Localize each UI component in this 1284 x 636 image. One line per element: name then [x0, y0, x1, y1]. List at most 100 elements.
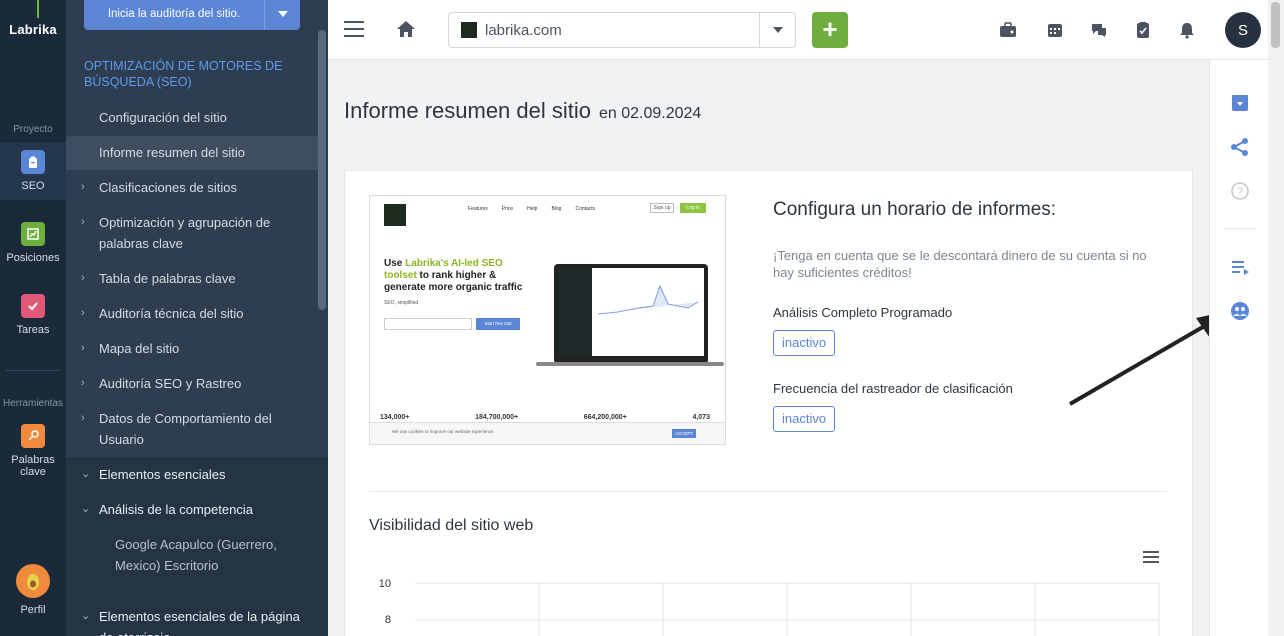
chevron-down-icon [277, 11, 288, 17]
help-icon[interactable]: ? [1229, 180, 1251, 202]
logo[interactable]: Labrika [0, 22, 66, 37]
thumbnail-signup: Sign up [650, 203, 674, 213]
sidebar-section-label: Análisis de la competencia [99, 502, 253, 517]
sidebar-item-behavior-data[interactable]: › Datos de Comportamiento del Usuario [66, 408, 286, 450]
sidebar-item-label: Auditoría SEO y Rastreo [99, 376, 242, 391]
chevron-right-icon: › [81, 377, 85, 389]
audit-dropdown-toggle[interactable] [264, 0, 300, 30]
thumbnail-logo [384, 204, 406, 226]
share-icon[interactable] [1229, 136, 1251, 158]
bell-icon[interactable] [1177, 20, 1197, 40]
thumbnail-input [384, 318, 472, 330]
site-selector[interactable]: labrika.com [448, 12, 796, 48]
full-analysis-label: Análisis Completo Programado [773, 305, 953, 320]
thumbnail-cookie-bar: We use cookies to improve our website ex… [370, 422, 725, 444]
clipboard-icon [21, 150, 45, 174]
home-icon[interactable] [396, 20, 416, 43]
right-rail: ? [1209, 60, 1268, 636]
rail-section-project: Proyecto [13, 124, 53, 135]
y-tick-label: 8 [385, 614, 391, 626]
archive-icon[interactable] [1229, 92, 1251, 114]
rail-item-label: Posiciones [6, 252, 60, 264]
svg-text:?: ? [1237, 186, 1243, 198]
sidebar-item-sitemap[interactable]: › Mapa del sitio [66, 338, 318, 359]
start-audit-button[interactable]: Inicia la auditoría del sitio. [84, 0, 300, 30]
menu-icon[interactable] [344, 21, 364, 37]
full-analysis-status-button[interactable]: inactivo [773, 330, 836, 356]
rail-item-label: SEO [21, 180, 45, 192]
rail-item-profile[interactable]: Perfil [0, 564, 66, 616]
chart-icon [21, 222, 45, 246]
add-button[interactable]: + [812, 12, 848, 48]
chevron-down-icon: ⌄ [81, 610, 91, 622]
card-divider [369, 491, 1167, 492]
chevron-down-icon[interactable] [759, 13, 795, 47]
briefcase-icon[interactable] [998, 20, 1018, 40]
main-scrollbar-thumb[interactable] [1271, 2, 1280, 48]
sidebar: Inicia la auditoría del sitio. OPTIMIZAC… [66, 0, 328, 636]
sidebar-item-label: Clasificaciones de sitios [99, 180, 238, 195]
rail-item-keywords[interactable]: Palabras clave [0, 424, 66, 478]
chevron-right-icon: › [81, 181, 85, 193]
sidebar-sub-item-google-acapulco[interactable]: Google Acapulco (Guerrero, Mexico) Escri… [66, 534, 306, 576]
thumbnail-nav: Features Price Help Blog Contacts [468, 206, 596, 212]
start-audit-label: Inicia la auditoría del sitio. [107, 8, 241, 20]
chevron-down-icon: ⌄ [81, 503, 91, 515]
sidebar-scrollbar[interactable] [318, 30, 326, 310]
sidebar-item-keyword-grouping[interactable]: › Optimización y agrupación de palabras c… [66, 212, 286, 254]
chevron-right-icon: › [81, 216, 85, 228]
sidebar-heading: OPTIMIZACIÓN DE MOTORES DE BÚSQUEDA (SEO… [84, 59, 283, 89]
rail-item-positions[interactable]: Posiciones [0, 222, 66, 264]
rail-item-seo[interactable]: SEO [0, 142, 66, 200]
chat-icon[interactable] [1089, 20, 1109, 40]
sidebar-item-label: Tabla de palabras clave [99, 271, 236, 286]
sidebar-item-rankings[interactable]: › Clasificaciones de sitios [66, 177, 318, 198]
annotation-arrow [1068, 312, 1224, 406]
thumbnail-subline: SEO, simplified [384, 300, 419, 306]
thumbnail-headline: Use Labrika's AI-led SEO toolset to rank… [384, 258, 523, 293]
schedule-title: Configura un horario de informes: [773, 199, 1057, 220]
chevron-right-icon: › [81, 412, 85, 424]
user-avatar[interactable]: S [1225, 12, 1261, 48]
competitors-icon[interactable] [1229, 300, 1251, 322]
crawler-frequency-status-button[interactable]: inactivo [773, 406, 836, 432]
avocado-icon [16, 564, 50, 598]
rail-section-tools: Herramientas [2, 398, 64, 409]
rail-item-label: Tareas [16, 324, 50, 336]
right-rail-divider [1224, 228, 1256, 229]
sidebar-item-label: Optimización y agrupación de palabras cl… [99, 215, 271, 251]
list-icon[interactable] [1229, 256, 1251, 278]
visibility-chart: 10 8 [379, 578, 1160, 636]
sidebar-item-seo-crawl[interactable]: › Auditoría SEO y Rastreo [66, 373, 318, 394]
sidebar-section-landing[interactable]: ⌄ Elementos esenciales de la página de at… [66, 606, 311, 636]
sidebar-section-label: Elementos esenciales [99, 467, 226, 482]
left-rail: Labrika Proyecto SEO Posiciones Tareas H… [0, 0, 66, 636]
main-scrollbar[interactable] [1268, 0, 1284, 636]
rail-item-tasks[interactable]: Tareas [0, 294, 66, 336]
calendar-icon[interactable] [1045, 20, 1065, 40]
sidebar-item-keyword-table[interactable]: › Tabla de palabras clave [66, 268, 318, 289]
rail-item-label: Perfil [20, 604, 46, 616]
sidebar-item-label: Google Acapulco (Guerrero, Mexico) Escri… [115, 537, 277, 573]
sidebar-section-label: Elementos esenciales de la página de ate… [99, 609, 300, 636]
logo-accent [37, 0, 39, 18]
sidebar-section-competitors[interactable]: ⌄ Análisis de la competencia [66, 499, 318, 520]
top-bar: labrika.com + S [328, 0, 1268, 60]
rail-item-label: Palabras clave [11, 454, 55, 478]
clipboard-check-icon[interactable] [1133, 20, 1153, 40]
sidebar-item-technical-audit[interactable]: › Auditoría técnica del sitio [66, 303, 318, 324]
sidebar-section-essentials[interactable]: ⌄ Elementos esenciales [66, 464, 318, 485]
sidebar-item-label: Configuración del sitio [99, 110, 227, 125]
sidebar-item-label: Informe resumen del sitio [99, 145, 245, 160]
sidebar-item-summary-report[interactable]: Informe resumen del sitio [66, 136, 318, 170]
sidebar-item-site-settings[interactable]: Configuración del sitio [66, 107, 318, 128]
site-screenshot-thumbnail[interactable]: Features Price Help Blog Contacts Sign up Lo… [369, 195, 726, 445]
check-icon [21, 294, 45, 318]
page-title: Informe resumen del sitio en 02.09.2024 [344, 98, 701, 124]
schedule-note: ¡Tenga en cuenta que se le descontará di… [773, 248, 1147, 280]
visibility-title: Visibilidad del sitio web [369, 517, 534, 534]
report-date: en 02.09.2024 [599, 105, 702, 122]
thumbnail-login: Log in [680, 203, 706, 213]
thumbnail-laptop-base [536, 362, 724, 366]
chart-menu-icon[interactable] [1143, 551, 1159, 563]
